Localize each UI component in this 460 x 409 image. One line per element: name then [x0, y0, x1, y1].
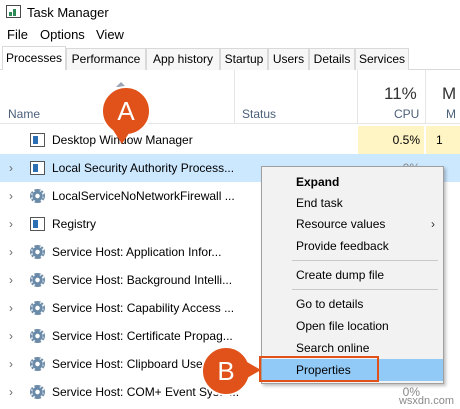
menu-item-label: Resource values [296, 217, 386, 231]
context-menu-expand[interactable]: Expand [262, 171, 443, 193]
expand-chevron-icon[interactable]: › [9, 246, 13, 258]
menu-divider [292, 260, 438, 261]
context-menu-create-dump-file[interactable]: Create dump file [262, 264, 443, 286]
properties-highlight-box [259, 356, 379, 382]
menu-item-label: End task [296, 196, 343, 210]
window-icon [30, 161, 45, 175]
context-menu-resource-values[interactable]: Resource values › [262, 213, 443, 235]
column-divider [234, 70, 235, 124]
process-name: Service Host: Background Intelli... [52, 273, 233, 287]
tab-startup[interactable]: Startup [220, 48, 268, 70]
expand-chevron-icon[interactable]: › [9, 386, 13, 398]
context-menu-provide-feedback[interactable]: Provide feedback [262, 235, 443, 257]
process-name: Registry [52, 217, 97, 231]
menu-options[interactable]: Options [40, 27, 85, 42]
menu-divider [292, 289, 438, 290]
callout-b: B [201, 346, 251, 396]
callout-a-pointer [113, 130, 131, 144]
column-cpu[interactable]: CPU [394, 107, 419, 121]
tab-processes[interactable]: Processes [2, 46, 66, 70]
menu-item-label: Go to details [296, 297, 364, 311]
expand-chevron-icon[interactable]: › [9, 330, 13, 342]
gear-icon [30, 385, 45, 399]
menu-item-label: Provide feedback [296, 239, 389, 253]
menu-item-label: Search online [296, 341, 370, 355]
expand-chevron-icon[interactable]: › [9, 162, 13, 174]
expand-chevron-icon[interactable]: › [9, 274, 13, 286]
menu-item-label: Expand [296, 175, 340, 189]
window-icon [30, 133, 45, 147]
menu-item-label: Create dump file [296, 268, 385, 282]
tab-details[interactable]: Details [309, 48, 355, 70]
gear-icon [30, 189, 45, 203]
process-name: LocalServiceNoNetworkFirewall ... [52, 189, 235, 203]
context-menu: Expand End task Resource values › Provide… [261, 166, 444, 384]
menu-file[interactable]: File [7, 27, 28, 42]
process-name: Service Host: Capability Access ... [52, 301, 235, 315]
callout-a: A [101, 86, 151, 136]
context-menu-open-file-location[interactable]: Open file location [262, 315, 443, 337]
watermark-text: wsxdn.com [398, 395, 454, 407]
window-title: Task Manager [27, 5, 109, 20]
tab-bar: Processes Performance App history Startu… [0, 46, 460, 70]
process-row[interactable]: Desktop Window Manager 0.5% 1 [0, 126, 460, 154]
gear-icon [30, 301, 45, 315]
window-icon [30, 217, 45, 231]
expand-chevron-icon[interactable]: › [9, 190, 13, 202]
column-header: Name Status 11% CPU M M [0, 70, 460, 124]
menu-view[interactable]: View [96, 27, 124, 42]
title-bar: Task Manager [0, 0, 460, 25]
column-divider [425, 70, 426, 124]
memory-total-percent: M [442, 84, 457, 103]
menu-item-label: Open file location [296, 319, 389, 333]
callout-b-pointer [247, 362, 261, 378]
process-name: Local Security Authority Process... [52, 161, 235, 175]
column-name[interactable]: Name [8, 107, 40, 121]
tab-app-history[interactable]: App history [146, 48, 220, 70]
tab-services[interactable]: Services [355, 48, 409, 70]
context-menu-go-to-details[interactable]: Go to details [262, 293, 443, 315]
cpu-cell: 0.5% [358, 126, 424, 154]
expand-chevron-icon[interactable]: › [9, 358, 13, 370]
expand-chevron-icon[interactable]: › [9, 218, 13, 230]
memory-cell: 1 [426, 126, 460, 154]
task-manager-app-icon [6, 5, 21, 18]
cpu-total-percent: 11% [384, 84, 417, 103]
submenu-arrow-icon: › [431, 217, 435, 231]
menu-bar: File Options View [0, 25, 460, 45]
tab-users[interactable]: Users [268, 48, 309, 70]
gear-icon [30, 273, 45, 287]
gear-icon [30, 329, 45, 343]
process-name: Service Host: Application Infor... [52, 245, 222, 259]
gear-icon [30, 357, 45, 371]
column-divider [357, 70, 358, 124]
column-status[interactable]: Status [242, 107, 276, 121]
context-menu-end-task[interactable]: End task [262, 192, 443, 214]
column-memory[interactable]: M [446, 107, 456, 121]
tab-performance[interactable]: Performance [66, 48, 146, 70]
expand-chevron-icon[interactable]: › [9, 302, 13, 314]
gear-icon [30, 245, 45, 259]
process-name: Service Host: Clipboard User... [52, 357, 217, 371]
process-name: Service Host: Certificate Propag... [52, 329, 233, 343]
